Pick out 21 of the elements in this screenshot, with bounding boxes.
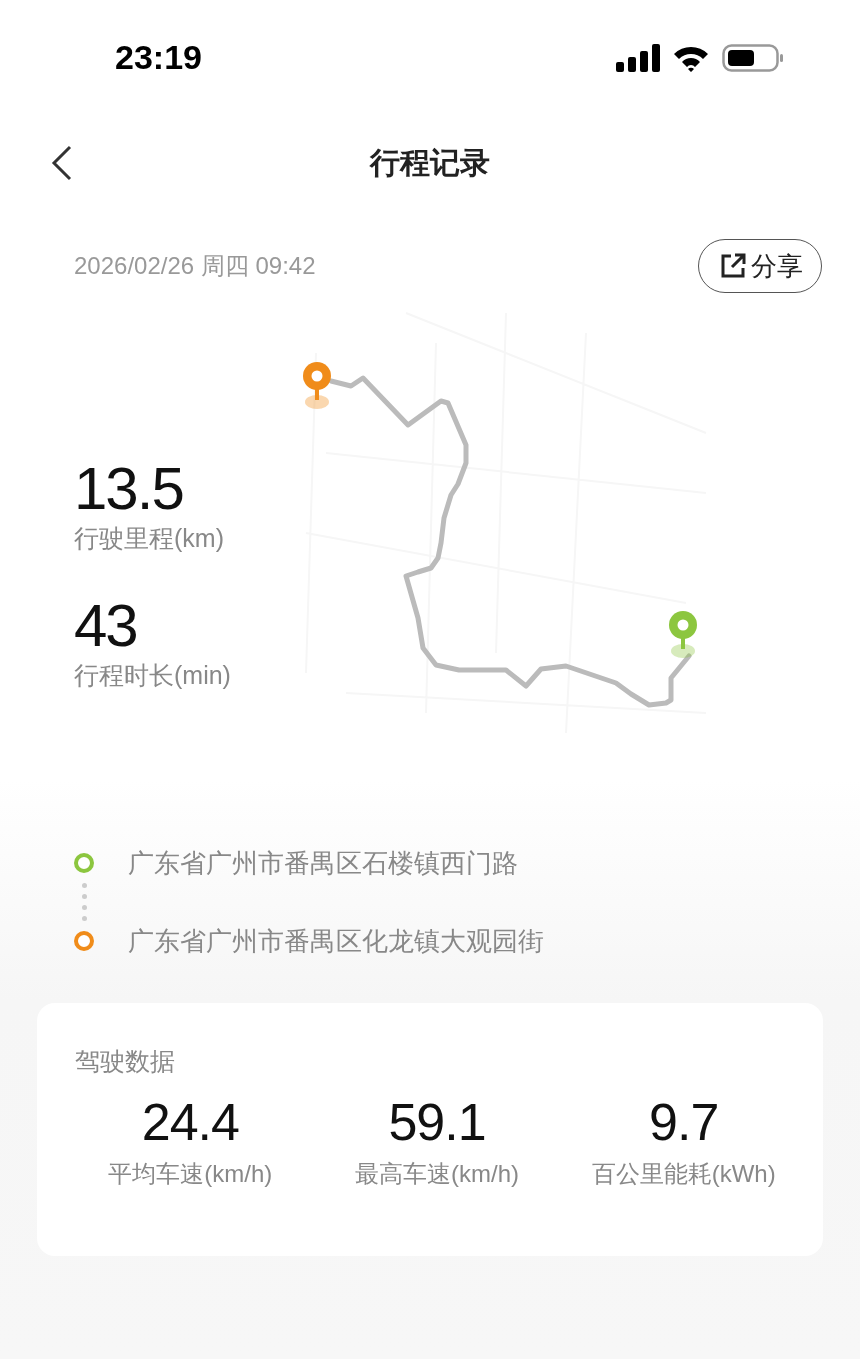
address-text: 广东省广州市番禺区化龙镇大观园街 bbox=[128, 925, 545, 958]
share-icon bbox=[719, 252, 747, 280]
stat-label: 行程时长(min) bbox=[74, 660, 232, 691]
page-title: 行程记录 bbox=[370, 144, 490, 181]
share-button[interactable]: 分享 bbox=[698, 239, 822, 293]
address-text: 广东省广州市番禺区石楼镇西门路 bbox=[128, 847, 519, 880]
battery-icon bbox=[722, 43, 784, 72]
trip-datetime: 2026/02/26 周四 09:42 bbox=[74, 251, 316, 281]
metric-value: 9.7 bbox=[649, 1092, 719, 1153]
signal-icon bbox=[616, 43, 660, 72]
stat-value: 13.5 bbox=[74, 456, 184, 522]
metric-value: 24.4 bbox=[141, 1092, 239, 1153]
status-time: 23:19 bbox=[115, 38, 202, 77]
card-title: 驾驶数据 bbox=[75, 1046, 176, 1077]
metric-label: 平均车速(km/h) bbox=[108, 1159, 273, 1189]
metric-label: 百公里能耗(kWh) bbox=[591, 1159, 776, 1189]
stat-value: 43 bbox=[74, 593, 138, 659]
connector-dots bbox=[81, 881, 87, 923]
metric-label: 最高车速(km/h) bbox=[355, 1159, 519, 1189]
metric-value: 59.1 bbox=[388, 1092, 486, 1153]
stat-label: 行驶里程(km) bbox=[74, 523, 225, 554]
